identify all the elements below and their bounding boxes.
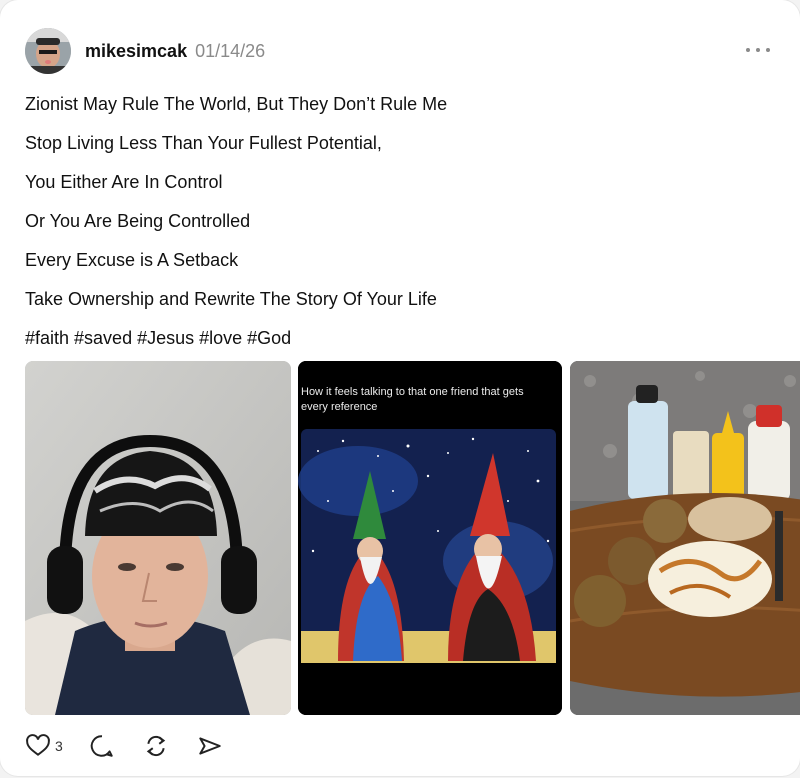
repost-icon bbox=[146, 735, 166, 757]
heart-icon bbox=[26, 734, 50, 756]
share-button[interactable] bbox=[197, 732, 223, 760]
comment-icon bbox=[90, 735, 113, 757]
post-line: You Either Are In Control bbox=[25, 172, 223, 192]
selfie-photo[interactable] bbox=[25, 361, 291, 715]
action-bar: 3 bbox=[25, 732, 223, 760]
wizards-meme[interactable]: How it feels talking to that one friend … bbox=[298, 361, 562, 715]
post-card: mikesimcak 01/14/26 Zionist May Rule The… bbox=[0, 0, 800, 776]
like-button[interactable]: 3 bbox=[25, 732, 63, 760]
comment-button[interactable] bbox=[89, 732, 115, 760]
username-link[interactable]: mikesimcak bbox=[85, 41, 187, 62]
post-text: Zionist May Rule The World, But They Don… bbox=[25, 90, 447, 363]
post-line: Stop Living Less Than Your Fullest Poten… bbox=[25, 133, 382, 153]
post-line: Zionist May Rule The World, But They Don… bbox=[25, 94, 448, 114]
repost-button[interactable] bbox=[143, 732, 169, 760]
post-line: Every Excuse is A Setback bbox=[25, 250, 239, 270]
post-header: mikesimcak 01/14/26 bbox=[25, 28, 265, 74]
post-date[interactable]: 01/14/26 bbox=[195, 41, 265, 62]
like-count: 3 bbox=[55, 738, 63, 754]
more-options-icon[interactable] bbox=[746, 40, 770, 60]
post-line: Or You Are Being Controlled bbox=[25, 211, 251, 231]
hashtags[interactable]: #faith #saved #Jesus #love #God bbox=[25, 324, 447, 363]
post-line: Take Ownership and Rewrite The Story Of … bbox=[25, 289, 437, 309]
food-photo[interactable] bbox=[570, 361, 800, 715]
share-icon bbox=[199, 737, 221, 755]
meme-caption: How it feels talking to that one friend … bbox=[301, 386, 524, 413]
avatar[interactable] bbox=[25, 28, 71, 74]
